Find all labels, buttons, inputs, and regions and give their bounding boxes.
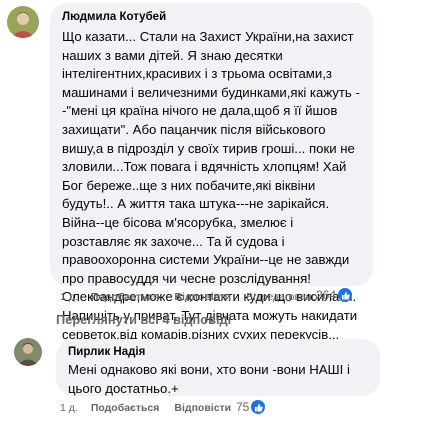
avatar[interactable]	[14, 338, 42, 366]
like-button[interactable]: Подобається	[91, 402, 160, 414]
edited-label: Відредаговано	[246, 291, 318, 303]
view-replies-link[interactable]: Переглянути всі 4 відповіді	[56, 312, 231, 327]
comment-author[interactable]: Пирлик Надія	[68, 346, 368, 358]
comment-time[interactable]: 1 д.	[60, 291, 78, 303]
comment-actions: 1 д. Подобається Відповісти Відредагован…	[60, 291, 317, 303]
comment-time[interactable]: 1 д.	[60, 402, 78, 414]
reply-button[interactable]: Відповісти	[174, 402, 231, 414]
reaction-count[interactable]: 264	[316, 288, 353, 302]
reply-button[interactable]: Відповісти	[174, 291, 231, 303]
comment-actions: 1 д. Подобається Відповісти	[60, 402, 231, 414]
reaction-number: 75	[236, 400, 250, 414]
comment-author[interactable]: Людмила Котубей	[62, 11, 361, 23]
comment-bubble: Пирлик Надія Мені однаково які вони, хто…	[56, 339, 380, 396]
reaction-count[interactable]: 75	[236, 400, 266, 414]
comment-text: Мені однаково які вони, хто вони -вони Н…	[68, 362, 350, 396]
like-icon	[338, 288, 353, 302]
like-button[interactable]: Подобається	[91, 291, 160, 303]
avatar[interactable]	[7, 6, 39, 38]
reaction-number: 264	[316, 288, 337, 302]
like-icon	[251, 400, 266, 414]
comment-bubble: Людмила Котубей Що казати... Стали на За…	[50, 3, 373, 342]
